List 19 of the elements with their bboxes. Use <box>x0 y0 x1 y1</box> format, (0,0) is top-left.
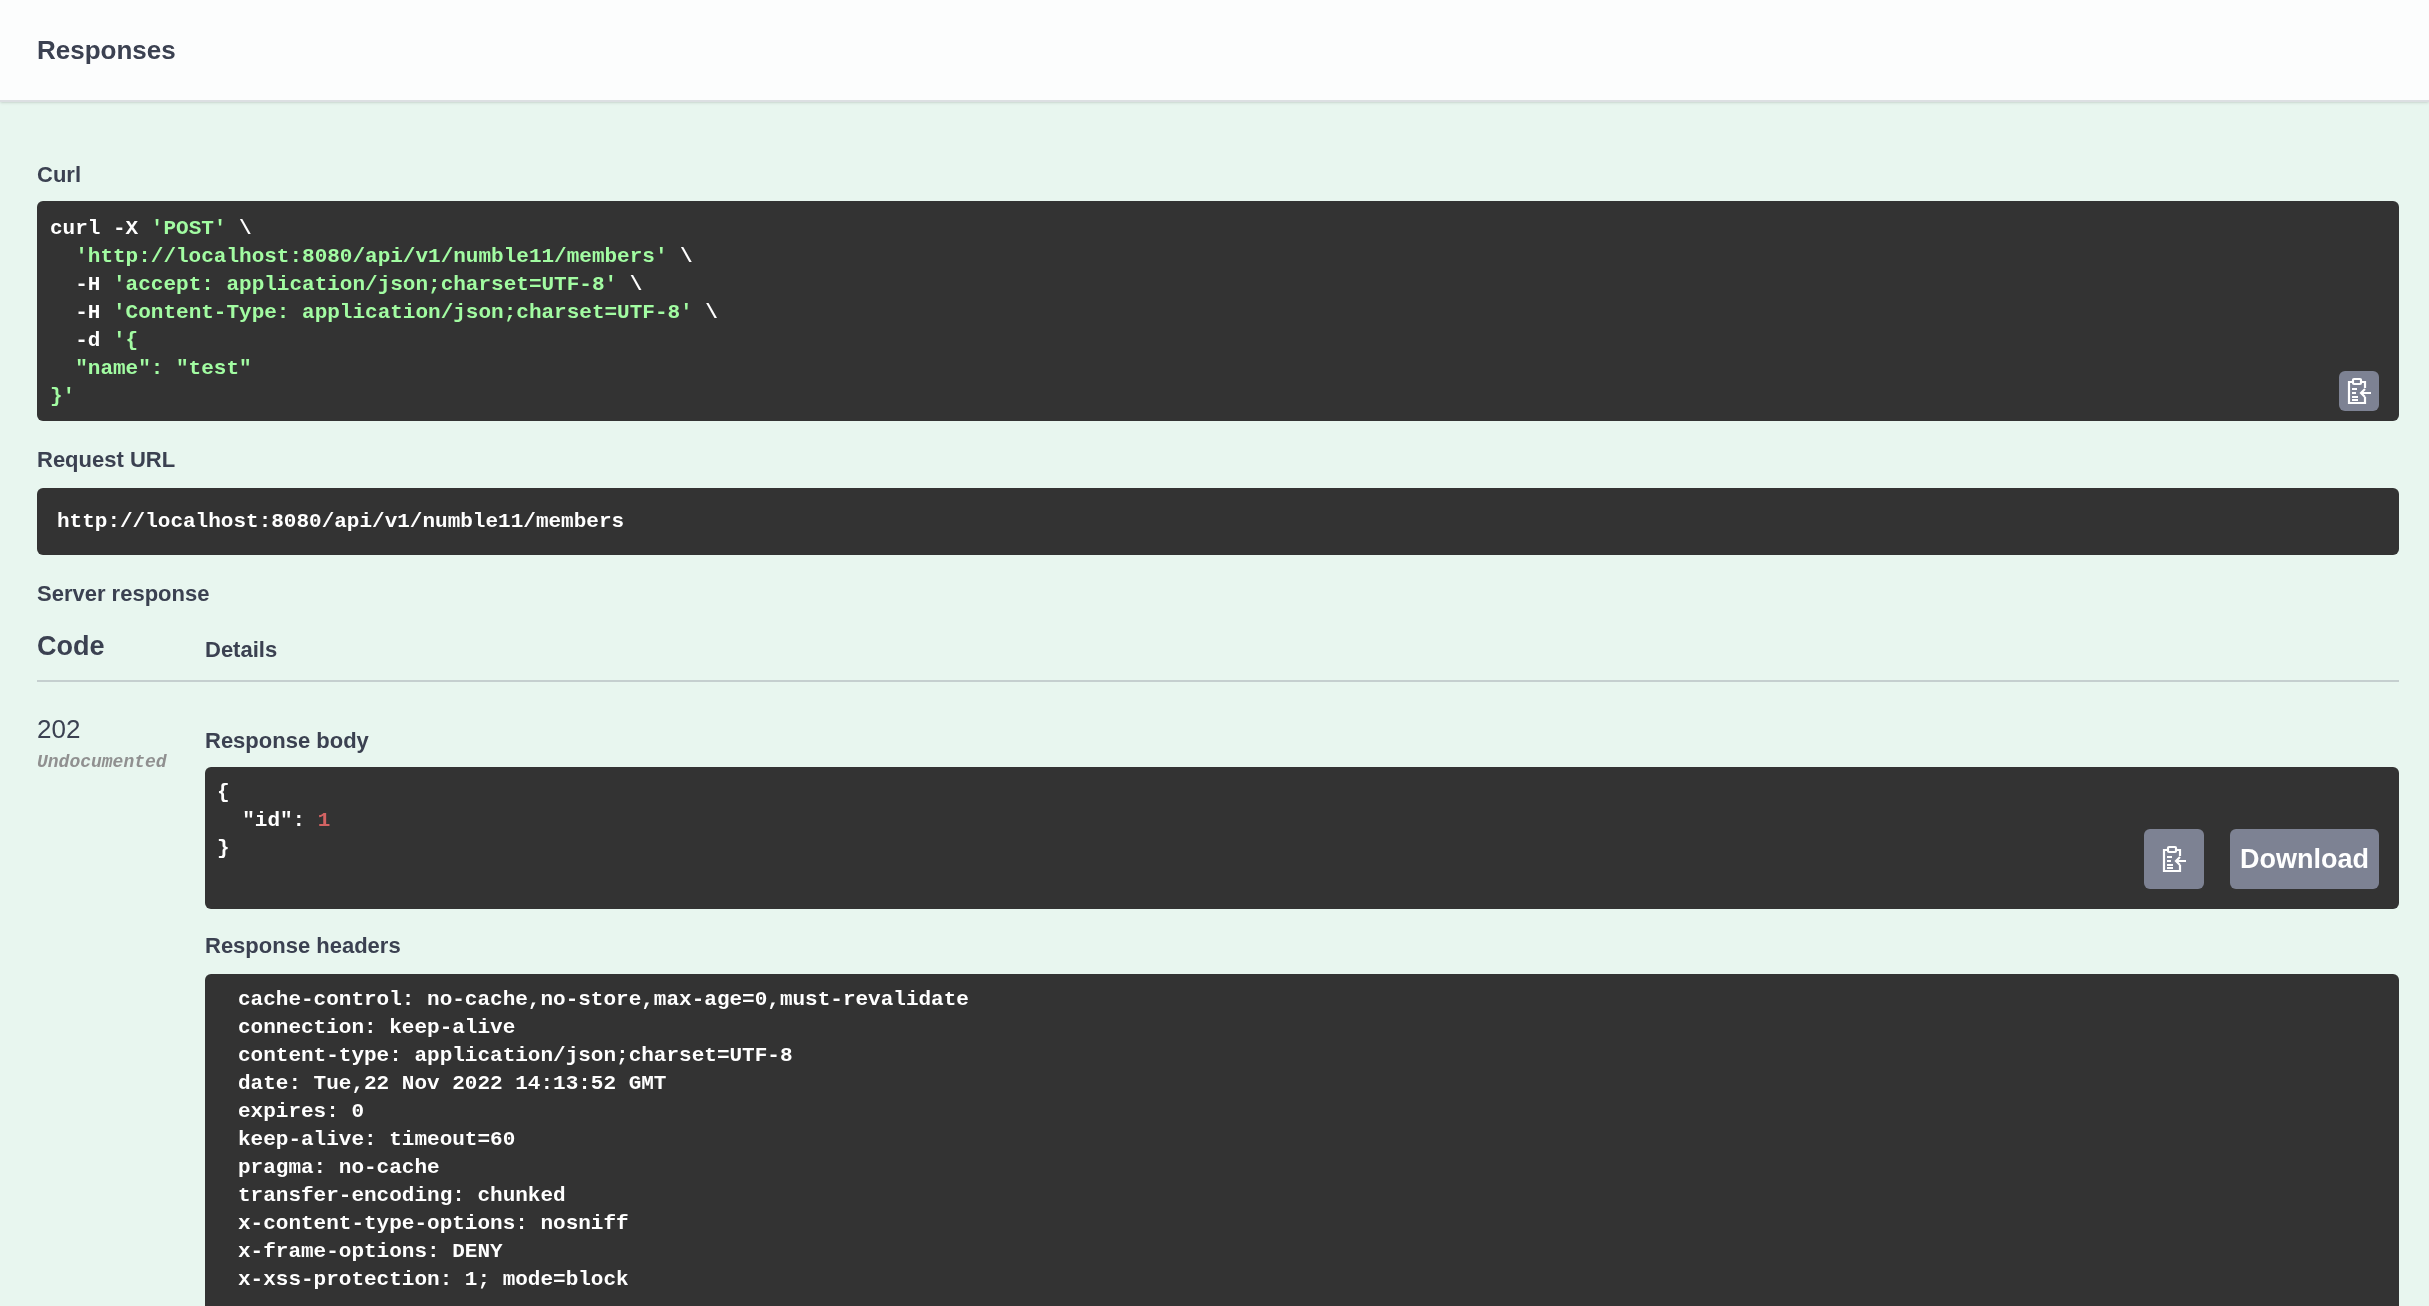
status-note: Undocumented <box>37 751 168 774</box>
section-title: Responses <box>37 33 176 67</box>
response-headers: cache-control: no-cache,no-store,max-age=0,must-revalidate connection: keep-alive content-type: application/json;charset=UTF-8 date: Tue,22 Nov 2022 14:13:52 GMT expires: 0 keep-alive: timeout=60 pragma: no-cache transfer-encoding: chunked x-content-type-options: nosniff x-frame-options: DENY x-xss-protection: 1; mode=block <box>238 987 969 1293</box>
request-url-label: Request URL <box>37 446 177 474</box>
clipboard-icon <box>2346 377 2372 405</box>
response-body: { "id": 1 } <box>217 780 331 862</box>
download-button[interactable]: Download <box>2230 829 2379 889</box>
column-header: Code <box>37 629 106 663</box>
column-header: Details <box>205 636 278 664</box>
copy-button[interactable] <box>2339 371 2379 411</box>
copy-button[interactable] <box>2144 829 2204 889</box>
clipboard-icon <box>2161 845 2187 873</box>
request-url: http://localhost:8080/api/v1/numble11/members <box>57 508 625 535</box>
response-body-label: Response body <box>205 727 370 755</box>
server-response-label: Server response <box>37 580 211 608</box>
status-code: 202 <box>37 713 82 746</box>
curl-command: curl -X 'POST' \ 'http://localhost:8080/api/v1/numble11/members' \ -H 'accept: application/json;charset=UTF-8' \ -H 'Content-Type: application/json;charset=UTF-8' \ -d '{ "name": "test" }' <box>50 216 718 410</box>
response-headers-label: Response headers <box>205 932 402 960</box>
curl-label: Curl <box>37 161 82 189</box>
